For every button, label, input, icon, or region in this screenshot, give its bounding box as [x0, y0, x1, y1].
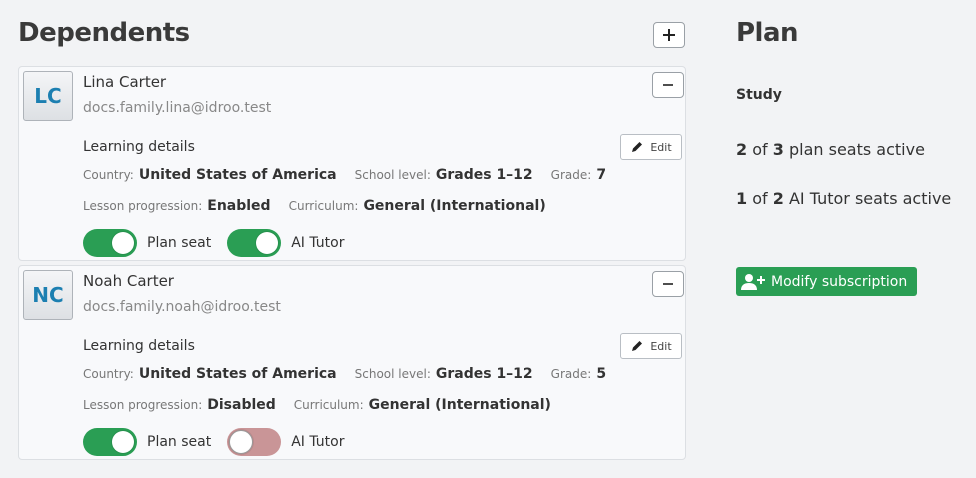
curriculum-value: General (International): [363, 198, 546, 214]
minus-icon: [663, 283, 673, 285]
dependent-email: docs.family.noah@idroo.test: [83, 299, 281, 315]
details-row-progression: Lesson progression: Disabled Curriculum:…: [83, 397, 569, 413]
school-level-value: Grades 1–12: [435, 167, 533, 183]
grade-value: 7: [596, 167, 607, 183]
toggle-knob: [256, 232, 279, 254]
ai-seats-of: of: [752, 189, 768, 208]
edit-label: Edit: [650, 339, 672, 353]
ai-tutor-toggle[interactable]: [227, 428, 282, 456]
collapse-button[interactable]: [652, 271, 684, 297]
plan-seat-toggle[interactable]: [83, 428, 137, 456]
plan-seat-label: Plan seat: [147, 235, 212, 251]
plan-seats-total: 3: [772, 140, 784, 159]
edit-label: Edit: [650, 140, 672, 154]
pencil-icon: [632, 142, 643, 152]
plan-title: Plan: [736, 18, 799, 48]
edit-button[interactable]: Edit: [620, 333, 682, 359]
progression-label: Lesson progression:: [83, 199, 203, 213]
seat-toggles: Plan seat AI Tutor: [83, 428, 360, 456]
grade-label: Grade:: [550, 367, 592, 381]
collapse-button[interactable]: [652, 72, 684, 98]
curriculum-value: General (International): [368, 397, 551, 413]
country-value: United States of America: [138, 366, 337, 382]
progression-label: Lesson progression:: [83, 398, 203, 412]
add-dependent-button[interactable]: [653, 22, 685, 48]
edit-button[interactable]: Edit: [620, 134, 682, 160]
details-row-progression: Lesson progression: Enabled Curriculum: …: [83, 198, 564, 214]
toggle-knob: [112, 431, 134, 453]
country-label: Country:: [83, 168, 134, 182]
dependent-name: Lina Carter: [83, 73, 167, 91]
plan-seats-active: 2: [736, 140, 748, 159]
dependent-email: docs.family.lina@idroo.test: [83, 100, 272, 116]
curriculum-label: Curriculum:: [288, 199, 359, 213]
school-level-label: School level:: [354, 367, 431, 381]
seat-toggles: Plan seat AI Tutor: [83, 229, 360, 257]
plan-seats-text: plan seats active: [788, 140, 925, 159]
pencil-icon: [632, 341, 643, 351]
ai-seats-total: 2: [772, 189, 784, 208]
plan-seat-toggle[interactable]: [83, 229, 137, 257]
grade-label: Grade:: [550, 168, 592, 182]
plan-seat-label: Plan seat: [147, 434, 212, 450]
avatar: NC: [23, 270, 73, 320]
plus-icon: [663, 29, 675, 41]
progression-value: Disabled: [207, 397, 276, 413]
school-level-value: Grades 1–12: [435, 366, 533, 382]
user-plus-icon: [741, 273, 765, 290]
dependent-card: LC Lina Carter docs.family.lina@idroo.te…: [18, 66, 686, 261]
dependents-title: Dependents: [18, 18, 190, 48]
dependent-name: Noah Carter: [83, 272, 174, 290]
plan-seats-summary: 2 of 3 plan seats active: [736, 140, 925, 159]
ai-seats-summary: 1 of 2 AI Tutor seats active: [736, 189, 951, 208]
ai-tutor-label: AI Tutor: [291, 434, 345, 450]
minus-icon: [663, 84, 673, 86]
ai-tutor-label: AI Tutor: [291, 235, 345, 251]
ai-seats-text: AI Tutor seats active: [788, 189, 952, 208]
plan-seats-of: of: [752, 140, 768, 159]
school-level-label: School level:: [354, 168, 431, 182]
learning-details-title: Learning details: [83, 338, 195, 354]
modify-subscription-label: Modify subscription: [771, 273, 908, 290]
country-value: United States of America: [138, 167, 337, 183]
details-row-location: Country: United States of America School…: [83, 167, 624, 183]
toggle-knob: [229, 430, 254, 454]
details-row-location: Country: United States of America School…: [83, 366, 624, 382]
plan-name: Study: [736, 87, 782, 103]
modify-subscription-button[interactable]: Modify subscription: [736, 267, 917, 296]
ai-tutor-toggle[interactable]: [227, 229, 282, 257]
progression-value: Enabled: [207, 198, 271, 214]
country-label: Country:: [83, 367, 134, 381]
grade-value: 5: [596, 366, 607, 382]
ai-seats-active: 1: [736, 189, 748, 208]
avatar: LC: [23, 71, 73, 121]
toggle-knob: [112, 232, 134, 254]
dependent-card: NC Noah Carter docs.family.noah@idroo.te…: [18, 265, 686, 460]
curriculum-label: Curriculum:: [293, 398, 364, 412]
learning-details-title: Learning details: [83, 139, 195, 155]
